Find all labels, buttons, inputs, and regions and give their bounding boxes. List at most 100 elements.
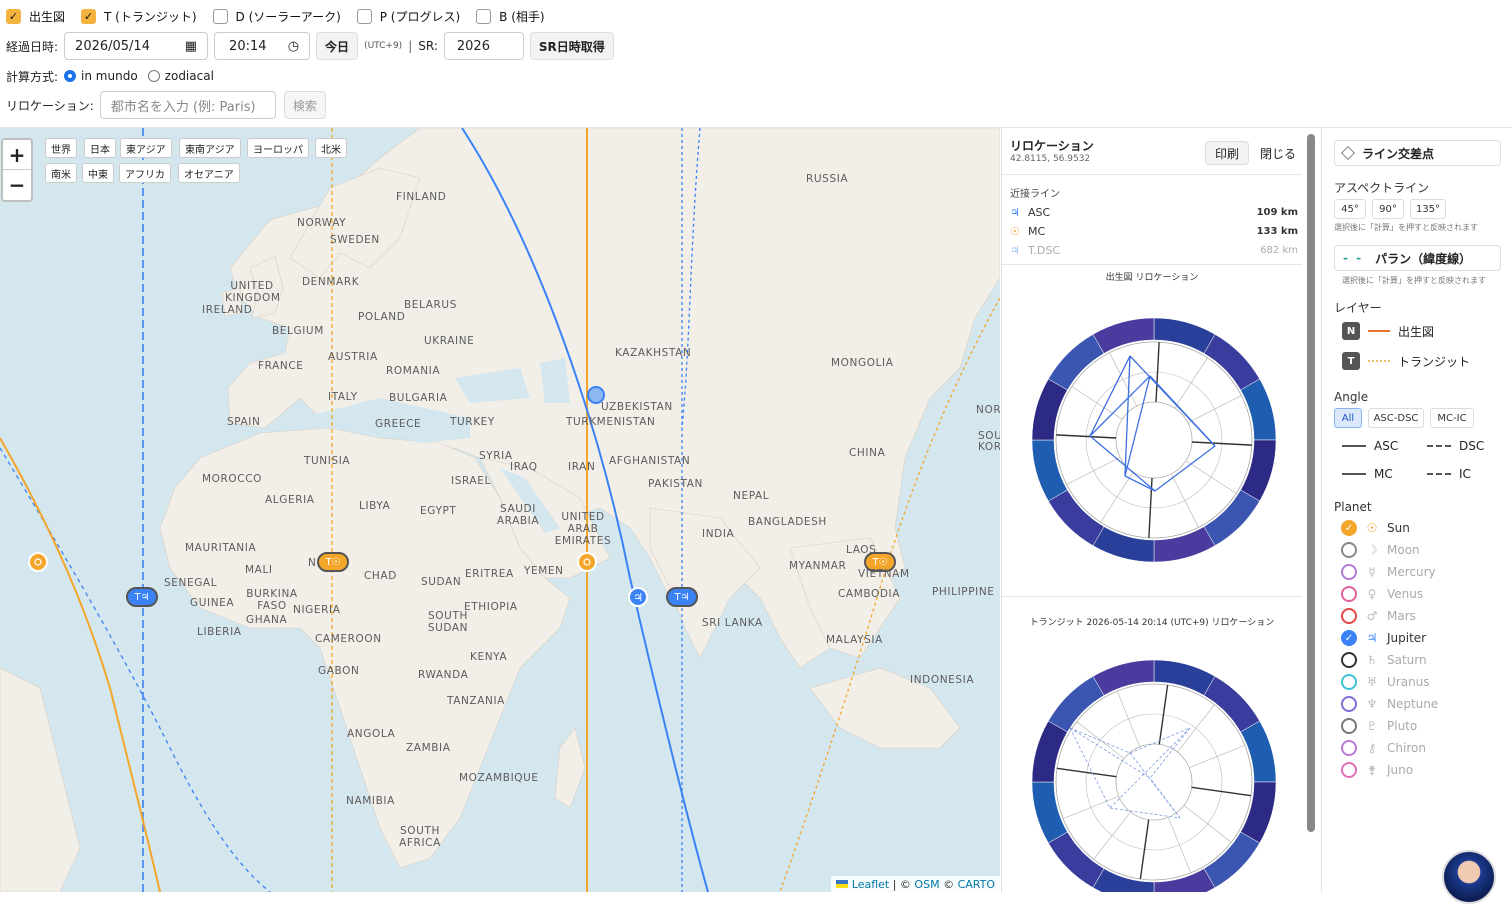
checkbox-partner[interactable] bbox=[476, 8, 492, 24]
planet-toggle-moon[interactable]: ☽ Moon bbox=[1341, 541, 1420, 559]
planet-checkbox[interactable] bbox=[1341, 718, 1357, 734]
toggle-partner[interactable]: B (相手) bbox=[476, 8, 545, 25]
nearby-line-row[interactable]: ♃ ASC 109 km bbox=[1010, 204, 1298, 220]
zoom-out-button[interactable]: − bbox=[3, 170, 31, 200]
zoom-in-button[interactable]: + bbox=[3, 140, 31, 170]
world-map[interactable]: ♃ T☉ T♃ T♃ T☉ RUSSIA FINLAND NORWAY SWEDEN U… bbox=[0, 128, 1000, 892]
region-north-america-button[interactable]: 北米 bbox=[315, 138, 347, 158]
leaflet-link[interactable]: Leaflet bbox=[852, 878, 889, 891]
radio-zodiacal[interactable] bbox=[147, 70, 160, 82]
toggle-transit[interactable]: ✓ T (トランジット) bbox=[81, 8, 197, 25]
calendar-icon[interactable]: ▦ bbox=[185, 39, 197, 54]
planet-toggle-chiron[interactable]: ⚷ Chiron bbox=[1341, 739, 1426, 757]
close-button[interactable]: 閉じる bbox=[1254, 141, 1302, 165]
toggle-progress[interactable]: P (プログレス) bbox=[356, 8, 460, 25]
checkbox-solar-arc[interactable] bbox=[212, 8, 228, 24]
city-search-input[interactable]: 都市名を入力 (例: Paris) bbox=[99, 91, 276, 119]
region-europe-button[interactable]: ヨーロッパ bbox=[247, 138, 309, 158]
planet-toggle-sun[interactable]: ✓ ☉ Sun bbox=[1341, 519, 1410, 537]
country-label: IRAQ bbox=[510, 461, 538, 473]
planet-checkbox[interactable]: ✓ bbox=[1341, 520, 1357, 536]
search-button[interactable]: 検索 bbox=[283, 91, 326, 119]
panel-scrollbar[interactable] bbox=[1307, 134, 1315, 832]
region-japan-button[interactable]: 日本 bbox=[84, 138, 116, 158]
aspect-90-button[interactable]: 90° bbox=[1372, 199, 1404, 219]
natal-relocation-chart bbox=[1030, 316, 1278, 567]
transit-jupiter-marker-west[interactable]: T♃ bbox=[126, 587, 158, 607]
transit-sun-marker-africa[interactable]: T☉ bbox=[317, 552, 349, 572]
country-label: SOUTH SUDAN bbox=[427, 610, 469, 634]
region-se-asia-button[interactable]: 東南アジア bbox=[179, 138, 241, 158]
planet-checkbox[interactable] bbox=[1341, 542, 1357, 558]
sun-marker-west[interactable] bbox=[28, 552, 48, 572]
paran-button[interactable]: - - パラン（緯度線） bbox=[1334, 245, 1501, 271]
planet-checkbox[interactable] bbox=[1341, 740, 1357, 756]
planet-toggle-venus[interactable]: ♀ Venus bbox=[1341, 585, 1423, 603]
chiron-glyph-icon: ⚷ bbox=[1367, 741, 1377, 755]
planet-toggle-jupiter[interactable]: ✓ ♃ Jupiter bbox=[1341, 629, 1426, 647]
legend-ic-label: IC bbox=[1459, 467, 1471, 481]
print-button[interactable]: 印刷 bbox=[1205, 141, 1250, 165]
layer-transit[interactable]: T トランジット bbox=[1342, 352, 1470, 370]
checkbox-natal[interactable]: ✓ bbox=[6, 8, 21, 24]
angle-asc-dsc-button[interactable]: ASC-DSC bbox=[1368, 408, 1424, 428]
country-label: AFGHANISTAN bbox=[609, 455, 691, 467]
nearby-line-distance: 133 km bbox=[1256, 225, 1298, 237]
carto-link[interactable]: CARTO bbox=[958, 878, 995, 891]
sr-fetch-button[interactable]: SR日時取得 bbox=[529, 32, 614, 60]
sr-year-input[interactable]: 2026 bbox=[443, 32, 524, 60]
planet-toggle-mars[interactable]: ♂ Mars bbox=[1341, 607, 1416, 625]
aspect-135-button[interactable]: 135° bbox=[1410, 199, 1446, 219]
date-input[interactable]: 2026/05/14 ▦ bbox=[64, 32, 209, 60]
planet-checkbox[interactable] bbox=[1341, 608, 1357, 624]
planet-toggle-neptune[interactable]: ♆ Neptune bbox=[1341, 695, 1438, 713]
osm-link[interactable]: OSM bbox=[914, 878, 939, 891]
nearby-line-row[interactable]: ♃ T.DSC 682 km bbox=[1010, 242, 1298, 258]
region-south-america-button[interactable]: 南米 bbox=[45, 163, 77, 183]
angle-all-button[interactable]: All bbox=[1334, 408, 1362, 428]
checkbox-progress[interactable] bbox=[356, 8, 372, 24]
aspect-45-button[interactable]: 45° bbox=[1334, 199, 1366, 219]
today-button[interactable]: 今日 bbox=[316, 32, 359, 60]
planet-checkbox[interactable] bbox=[1341, 762, 1357, 778]
planet-toggle-mercury[interactable]: ☿ Mercury bbox=[1341, 563, 1436, 581]
transit-jupiter-marker-east[interactable]: T♃ bbox=[666, 587, 698, 607]
country-label: LIBYA bbox=[359, 500, 391, 512]
planet-checkbox[interactable] bbox=[1341, 586, 1357, 602]
time-input[interactable]: 20:14 ◷ bbox=[214, 32, 311, 60]
planet-checkbox[interactable] bbox=[1341, 674, 1357, 690]
neptune-glyph-icon: ♆ bbox=[1366, 697, 1378, 711]
angle-mc-ic-button[interactable]: MC-IC bbox=[1430, 408, 1474, 428]
relocation-title: リロケーション bbox=[1010, 139, 1094, 153]
planet-name: Mercury bbox=[1387, 565, 1436, 579]
country-label: ZAMBIA bbox=[406, 742, 451, 754]
planet-checkbox[interactable] bbox=[1341, 696, 1357, 712]
planet-toggle-pluto[interactable]: ♇ Pluto bbox=[1341, 717, 1417, 735]
planet-checkbox[interactable] bbox=[1341, 652, 1357, 668]
sr-year-value: 2026 bbox=[456, 38, 490, 54]
region-east-asia-button[interactable]: 東アジア bbox=[120, 138, 172, 158]
planet-toggle-saturn[interactable]: ♄ Saturn bbox=[1341, 651, 1427, 669]
radio-in-mundo[interactable] bbox=[64, 70, 77, 82]
checkbox-transit[interactable]: ✓ bbox=[81, 8, 97, 24]
region-middle-east-button[interactable]: 中東 bbox=[82, 163, 114, 183]
planet-toggle-juno[interactable]: ⚵ Juno bbox=[1341, 761, 1413, 779]
region-africa-button[interactable]: アフリカ bbox=[119, 163, 171, 183]
line-intersection-button[interactable]: ライン交差点 bbox=[1334, 140, 1501, 166]
radio-in-mundo-label: in mundo bbox=[81, 69, 138, 83]
nearby-line-row[interactable]: ☉ MC 133 km bbox=[1010, 223, 1298, 239]
planet-checkbox[interactable]: ✓ bbox=[1341, 630, 1357, 646]
time-value: 20:14 bbox=[229, 38, 267, 54]
region-oceania-button[interactable]: オセアニア bbox=[178, 163, 240, 183]
clock-icon[interactable]: ◷ bbox=[288, 39, 299, 54]
toggle-partner-label: B (相手) bbox=[499, 9, 545, 24]
region-world-button[interactable]: 世界 bbox=[45, 138, 77, 158]
layer-natal[interactable]: N 出生図 bbox=[1342, 322, 1434, 340]
toggle-solar-arc[interactable]: D (ソーラーアーク) bbox=[212, 8, 341, 25]
toggle-natal[interactable]: ✓ 出生図 bbox=[6, 8, 65, 25]
sun-marker-mc[interactable] bbox=[577, 552, 597, 572]
planet-toggle-uranus[interactable]: ♅ Uranus bbox=[1341, 673, 1430, 691]
country-label: SAUDI ARABIA bbox=[496, 503, 540, 527]
avatar[interactable] bbox=[1442, 850, 1496, 904]
planet-checkbox[interactable] bbox=[1341, 564, 1357, 580]
